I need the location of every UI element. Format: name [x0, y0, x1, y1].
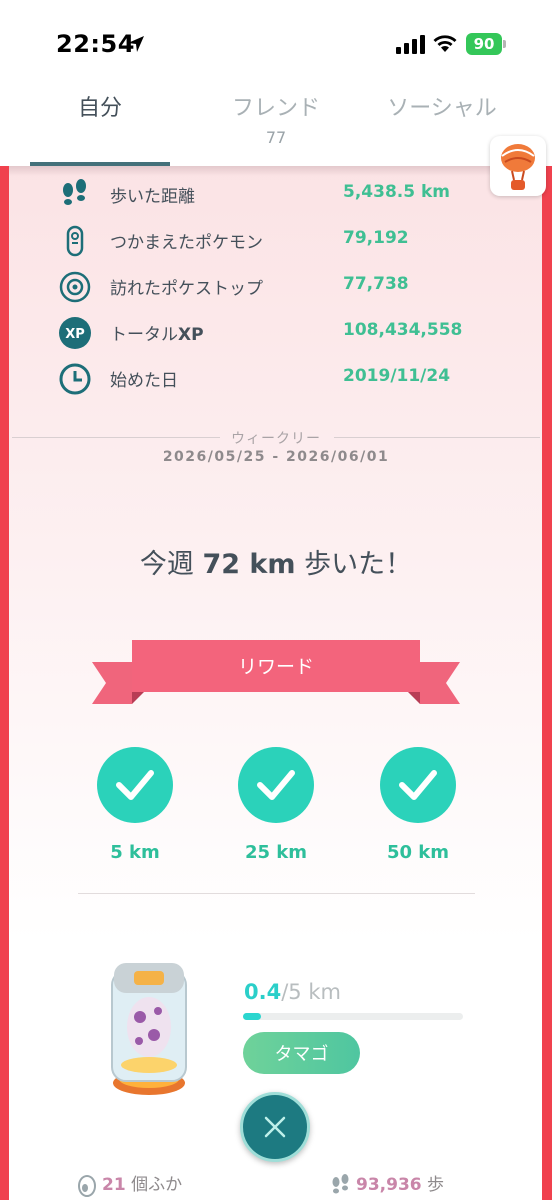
battery-level: 90	[473, 35, 495, 53]
egg-button[interactable]: タマゴ	[243, 1032, 360, 1074]
xp-icon: XP	[59, 317, 91, 349]
steps-count: 93,936	[356, 1175, 422, 1195]
battery-nub	[503, 40, 506, 48]
tab-self-label: 自分	[77, 96, 122, 121]
status-bar: 22:54 90	[0, 0, 552, 90]
status-time: 22:54	[56, 30, 135, 58]
stat-value-start-date: 2019/11/24	[343, 366, 451, 386]
steps-stat: 93,936 歩	[330, 1170, 444, 1196]
egg-outline-icon	[78, 1175, 96, 1197]
stat-value-xp: 108,434,558	[343, 320, 463, 340]
stat-label-xp-suffix: XP	[178, 325, 204, 345]
stat-label-distance: 歩いた距離	[110, 187, 195, 207]
milestone-50km-check	[380, 747, 456, 823]
pokestop-icon	[59, 271, 91, 303]
clock-icon	[59, 363, 91, 395]
profile-tabs: 自分 フレンド 77 ソーシャル	[0, 90, 552, 166]
egg-progress-track	[243, 1013, 463, 1020]
milestone-50km-label: 50 km	[386, 842, 450, 863]
rewards-banner-label: リワード	[237, 656, 314, 678]
eggs-hatched-unit: 個ふか	[125, 1175, 183, 1195]
friends-count: 77	[265, 128, 287, 147]
tab-self[interactable]: 自分	[30, 90, 170, 166]
pokeball-tracker-icon	[66, 225, 84, 257]
stat-label-pokestops: 訪れたポケストップ	[110, 279, 263, 299]
rewards-divider	[78, 893, 475, 894]
milestone-25km-label: 25 km	[244, 842, 308, 863]
stat-row-xp: XP トータルXP 108,434,558	[54, 314, 504, 354]
tab-friends[interactable]: フレンド 77	[206, 90, 346, 166]
footprints-icon	[332, 1174, 349, 1194]
footprints-icon	[63, 179, 86, 205]
stat-row-pokestops: 訪れたポケストップ 77,738	[54, 268, 504, 308]
checkmark-icon	[399, 770, 437, 800]
stat-value-pokestops: 77,738	[343, 274, 409, 294]
panel-border-left	[0, 166, 9, 1200]
tab-social-label: ソーシャル	[387, 96, 497, 121]
weekly-summary-suffix: 歩いた！	[295, 549, 413, 580]
steps-unit: 歩	[421, 1175, 445, 1195]
egg-progress-fill	[243, 1013, 261, 1020]
stat-label-caught: つかまえたポケモン	[110, 233, 263, 253]
milestone-25km-check	[238, 747, 314, 823]
stat-label-xp-text: トータル	[110, 325, 178, 345]
milestone-5km-label: 5 km	[110, 842, 160, 863]
stat-row-distance: 歩いた距離 5,438.5 km	[54, 176, 504, 216]
stat-label-xp: トータルXP	[110, 320, 204, 345]
checkmark-icon	[257, 770, 295, 800]
weekly-summary-value: 72 km	[202, 549, 296, 580]
milestone-5km-check	[97, 747, 173, 823]
tab-social[interactable]: ソーシャル	[380, 90, 504, 166]
egg-progress-total: /5 km	[281, 980, 341, 1004]
stat-value-distance: 5,438.5 km	[343, 182, 450, 202]
weekly-date-range: 2026/05/25 - 2026/06/01	[162, 449, 390, 465]
stat-row-start-date: 始めた日 2019/11/24	[54, 360, 504, 400]
eggs-hatched-count: 21	[102, 1175, 126, 1195]
weekly-title: ウィークリー	[231, 431, 321, 447]
panel-top-shadow	[9, 166, 542, 176]
stat-row-caught: つかまえたポケモン 79,192	[54, 222, 504, 262]
tab-friends-label: フレンド	[231, 96, 320, 121]
egg-progress-current: 0.4	[244, 980, 282, 1004]
close-button[interactable]	[240, 1092, 310, 1162]
wifi-icon	[433, 35, 457, 52]
egg-progress-text: 0.4/5 km	[244, 980, 341, 1004]
panel-border-right	[542, 166, 552, 1200]
stat-label-start-date: 始めた日	[110, 371, 178, 391]
close-icon	[264, 1116, 286, 1138]
location-arrow-icon	[128, 36, 144, 52]
stat-value-caught: 79,192	[343, 228, 409, 248]
battery-indicator: 90	[466, 33, 502, 55]
egg-incubator-icon[interactable]	[104, 955, 194, 1103]
egg-button-label: タマゴ	[274, 1044, 329, 1065]
weekly-distance-summary: 今週 72 km 歩いた！	[0, 542, 552, 581]
svg-text:XP: XP	[65, 327, 85, 342]
cellular-signal-icon	[396, 35, 425, 54]
eggs-hatched-stat: 21 個ふか	[76, 1170, 183, 1197]
weekly-summary-prefix: 今週	[139, 549, 203, 580]
checkmark-icon	[116, 770, 154, 800]
